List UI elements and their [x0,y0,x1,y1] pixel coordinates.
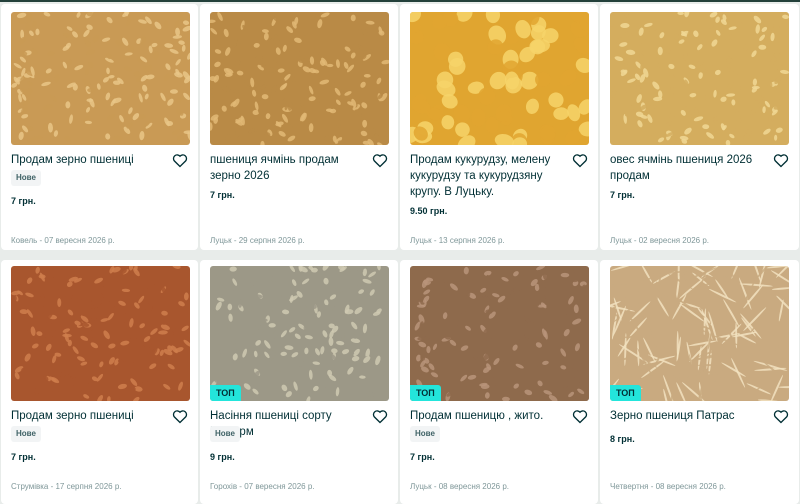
listing-card[interactable]: ТОП Продам пшеницю , жито. Нове 7 грн. Л… [400,260,598,504]
new-badge: Нове [210,426,240,442]
location-date: Луцьк - 13 серпня 2026 р. [410,236,505,245]
price: 7 грн. [11,452,36,462]
heart-icon[interactable] [372,153,388,168]
price: 7 грн. [610,190,635,200]
seed-wheat-photo[interactable]: ТОП [210,266,389,401]
price: 8 грн. [610,434,635,444]
location-date: Луцьк - 02 вересня 2026 р. [610,236,709,245]
listing-title[interactable]: Продам зерно пшениці [11,152,166,168]
listing-title[interactable]: овес ячмінь пшениця 2026 продам [610,152,765,184]
listing-card[interactable]: Продам зерно пшениці Нове 7 грн. Ковель … [1,4,198,250]
location-date: Ковель - 07 вересня 2026 р. [11,236,115,245]
listing-title[interactable]: пшениця ячмінь продам зерно 2026 [210,152,365,184]
heart-icon[interactable] [773,153,789,168]
listing-card[interactable]: овес ячмінь пшениця 2026 продам 7 грн. Л… [600,4,799,250]
heart-icon[interactable] [372,409,388,424]
price: 7 грн. [11,196,36,206]
corn-kernels-photo[interactable] [410,12,589,145]
oat-grain-photo[interactable] [610,12,789,145]
location-date: Горохів - 07 вересня 2026 р. [210,482,315,491]
top-badge: ТОП [610,385,641,401]
listing-title[interactable]: Продам зерно пшениці [11,408,166,424]
listing-title[interactable]: Продам пшеницю , жито. [410,408,565,424]
price: 9 грн. [210,452,235,462]
heart-icon[interactable] [572,409,588,424]
location-date: Струмівка - 17 серпня 2026 р. [11,482,122,491]
location-date: Луцьк - 08 вересня 2026 р. [410,482,509,491]
top-badge: ТОП [210,385,241,401]
grain-sack-photo[interactable] [210,12,389,145]
location-date: Луцьк - 29 серпня 2026 р. [210,236,305,245]
heart-icon[interactable] [172,153,188,168]
listing-title[interactable]: Зерно пшениця Патрас [610,408,765,424]
heart-icon[interactable] [172,409,188,424]
heart-icon[interactable] [773,409,789,424]
new-badge: Нове [11,170,41,186]
header-edge [0,0,800,2]
listing-title[interactable]: Продам кукурудзу, мелену кукурудзу та ку… [410,152,565,200]
wheat-grain-photo[interactable] [11,12,190,145]
red-wheat-photo[interactable] [11,266,190,401]
price: 7 грн. [410,452,435,462]
new-badge: Нове [11,426,41,442]
rye-grain-photo[interactable]: ТОП [410,266,589,401]
price: 9.50 грн. [410,206,448,216]
wheat-field-photo[interactable]: ТОП [610,266,789,401]
location-date: Четвертня - 08 вересня 2026 р. [610,482,726,491]
top-badge: ТОП [410,385,441,401]
price: 7 грн. [210,190,235,200]
listing-card[interactable]: Продам кукурудзу, мелену кукурудзу та ку… [400,4,598,250]
listing-card[interactable]: пшениця ячмінь продам зерно 2026 7 грн. … [200,4,398,250]
listing-card[interactable]: ТОП Насіння пшениці сорту Реформ Нове 9 … [200,260,398,504]
heart-icon[interactable] [572,153,588,168]
listing-card[interactable]: ТОП Зерно пшениця Патрас 8 грн. Четвертн… [600,260,799,504]
new-badge: Нове [410,426,440,442]
listing-card[interactable]: Продам зерно пшениці Нове 7 грн. Струмів… [1,260,198,504]
